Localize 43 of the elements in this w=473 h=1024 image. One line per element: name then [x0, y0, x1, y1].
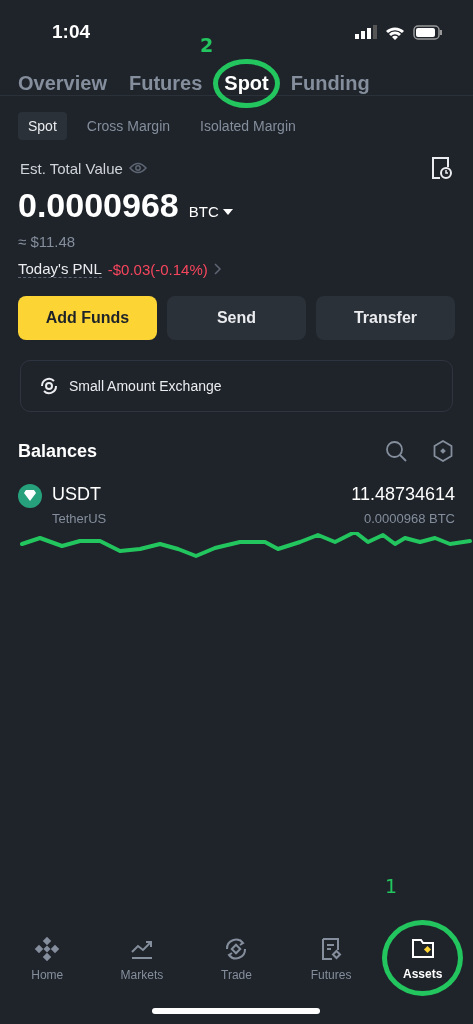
account-tab[interactable]: Overview: [18, 72, 107, 99]
pnl-label: Today's PNL: [18, 260, 102, 278]
asset-name: TetherUS: [52, 511, 107, 526]
nav-item[interactable]: Assets: [382, 920, 463, 996]
diamond-logo-icon: [34, 936, 61, 962]
chevron-right-icon[interactable]: [213, 263, 222, 275]
eye-icon[interactable]: [128, 162, 147, 174]
battery-icon: [413, 24, 443, 40]
status-time: 1:04: [52, 21, 91, 43]
annotation-number: 2: [200, 34, 214, 56]
section-title: Balances: [18, 440, 98, 462]
action-button[interactable]: Add Funds: [18, 296, 157, 340]
target-icon: [39, 376, 59, 396]
account-tab[interactable]: Futures: [128, 72, 203, 99]
action-button[interactable]: Send: [167, 296, 306, 340]
caret-icon: [222, 208, 233, 215]
nav-item[interactable]: Markets: [94, 930, 190, 988]
nav-item[interactable]: Futures: [283, 930, 379, 988]
asset-amount: 11.48734614: [351, 484, 455, 505]
nav-item[interactable]: Home: [0, 930, 95, 988]
pnl-value: -$0.03(-0.14%): [107, 260, 208, 278]
asset-symbol: USDT: [52, 484, 102, 505]
nav-item[interactable]: Trade: [189, 930, 284, 988]
wallet-tab[interactable]: Cross Margin: [76, 112, 181, 140]
annotation-number: 1: [385, 875, 398, 897]
total-value-label: Est. Total Value: [20, 159, 123, 177]
exchange-banner[interactable]: Small Amount Exchange: [20, 360, 453, 412]
wifi-icon: [385, 24, 405, 40]
coin-icon: [18, 484, 42, 508]
signal-icon: [355, 25, 377, 39]
action-button[interactable]: Transfer: [316, 296, 455, 340]
banner-text: Small Amount Exchange: [69, 378, 222, 394]
asset-btc-value: 0.0000968 BTC: [362, 511, 455, 526]
history-icon[interactable]: [431, 156, 453, 180]
total-value: 0.0000968: [18, 186, 179, 225]
hexagon-icon[interactable]: [433, 440, 453, 462]
search-icon[interactable]: [385, 440, 407, 462]
account-tab[interactable]: Funding: [290, 72, 370, 99]
wallet-tab[interactable]: Isolated Margin: [190, 112, 306, 140]
account-tab[interactable]: Spot: [213, 59, 280, 108]
wallet-tab[interactable]: Spot: [18, 112, 67, 140]
currency-dropdown[interactable]: BTC: [188, 203, 233, 220]
fiat-value: ≈ $11.48: [17, 232, 77, 250]
